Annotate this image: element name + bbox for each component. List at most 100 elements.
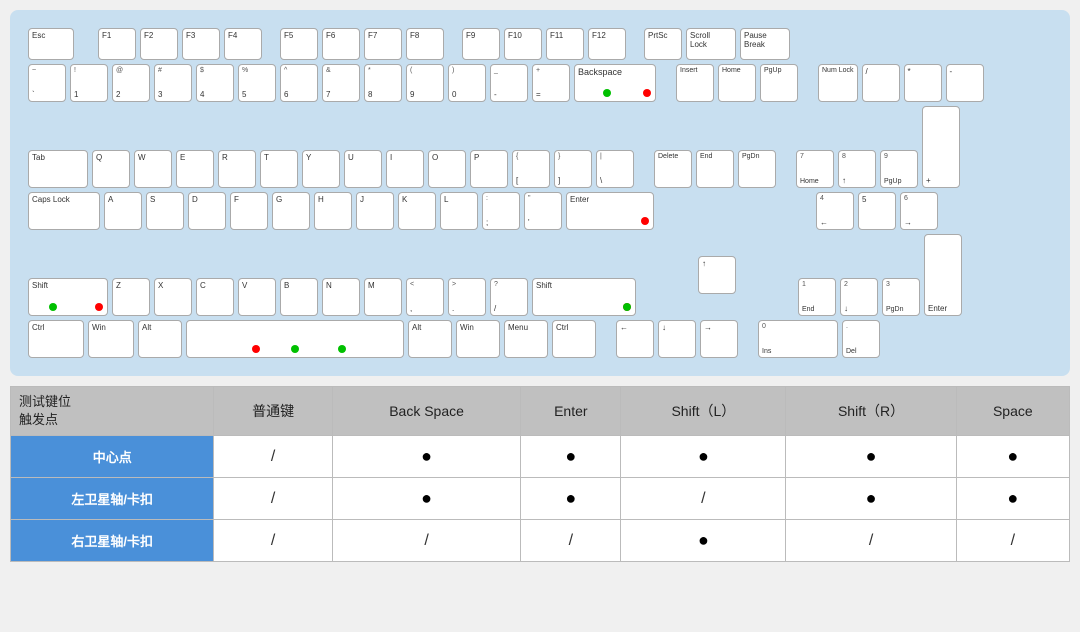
key-w[interactable]: W xyxy=(134,150,172,188)
key-numstar[interactable]: * xyxy=(904,64,942,102)
key-i[interactable]: I xyxy=(386,150,424,188)
key-backspace[interactable]: Backspace xyxy=(574,64,656,102)
key-n[interactable]: N xyxy=(322,278,360,316)
key-numplus[interactable]: + xyxy=(922,106,960,188)
key-right[interactable]: → xyxy=(700,320,738,358)
key-1[interactable]: !1 xyxy=(70,64,108,102)
key-win-right[interactable]: Win xyxy=(456,320,500,358)
key-5[interactable]: %5 xyxy=(238,64,276,102)
key-numslash[interactable]: / xyxy=(862,64,900,102)
key-m[interactable]: M xyxy=(364,278,402,316)
key-num7[interactable]: 7Home xyxy=(796,150,834,188)
key-left[interactable]: ← xyxy=(616,320,654,358)
key-period[interactable]: >. xyxy=(448,278,486,316)
key-3[interactable]: #3 xyxy=(154,64,192,102)
key-equals[interactable]: += xyxy=(532,64,570,102)
key-o[interactable]: O xyxy=(428,150,466,188)
key-lbracket[interactable]: {[ xyxy=(512,150,550,188)
key-f1[interactable]: F1 xyxy=(98,28,136,60)
key-6[interactable]: ^6 xyxy=(280,64,318,102)
key-x[interactable]: X xyxy=(154,278,192,316)
key-f[interactable]: F xyxy=(230,192,268,230)
key-insert[interactable]: Insert xyxy=(676,64,714,102)
key-numdot[interactable]: .Del xyxy=(842,320,880,358)
key-f2[interactable]: F2 xyxy=(140,28,178,60)
key-f3[interactable]: F3 xyxy=(182,28,220,60)
key-b[interactable]: B xyxy=(280,278,318,316)
key-comma[interactable]: <, xyxy=(406,278,444,316)
key-f5[interactable]: F5 xyxy=(280,28,318,60)
key-l[interactable]: L xyxy=(440,192,478,230)
key-2[interactable]: @2 xyxy=(112,64,150,102)
key-num5[interactable]: 5 xyxy=(858,192,896,230)
key-c[interactable]: C xyxy=(196,278,234,316)
key-num0[interactable]: 0Ins xyxy=(758,320,838,358)
key-s[interactable]: S xyxy=(146,192,184,230)
key-f6[interactable]: F6 xyxy=(322,28,360,60)
key-f11[interactable]: F11 xyxy=(546,28,584,60)
key-h[interactable]: H xyxy=(314,192,352,230)
key-num6[interactable]: 6→ xyxy=(900,192,938,230)
key-scrolllock[interactable]: ScrollLock xyxy=(686,28,736,60)
key-0[interactable]: )0 xyxy=(448,64,486,102)
key-a[interactable]: A xyxy=(104,192,142,230)
key-up[interactable]: ↑ xyxy=(698,256,736,294)
key-f9[interactable]: F9 xyxy=(462,28,500,60)
key-pgdn[interactable]: PgDn xyxy=(738,150,776,188)
key-7[interactable]: &7 xyxy=(322,64,360,102)
key-slash[interactable]: ?/ xyxy=(490,278,528,316)
key-r[interactable]: R xyxy=(218,150,256,188)
key-j[interactable]: J xyxy=(356,192,394,230)
key-f12[interactable]: F12 xyxy=(588,28,626,60)
key-f7[interactable]: F7 xyxy=(364,28,402,60)
key-home[interactable]: Home xyxy=(718,64,756,102)
key-capslock[interactable]: Caps Lock xyxy=(28,192,100,230)
key-delete[interactable]: Delete xyxy=(654,150,692,188)
key-num8[interactable]: 8↑ xyxy=(838,150,876,188)
key-f4[interactable]: F4 xyxy=(224,28,262,60)
key-f8[interactable]: F8 xyxy=(406,28,444,60)
key-shift-right[interactable]: Shift xyxy=(532,278,636,316)
key-e[interactable]: E xyxy=(176,150,214,188)
key-p[interactable]: P xyxy=(470,150,508,188)
key-d[interactable]: D xyxy=(188,192,226,230)
key-alt-right[interactable]: Alt xyxy=(408,320,452,358)
key-down[interactable]: ↓ xyxy=(658,320,696,358)
key-win-left[interactable]: Win xyxy=(88,320,134,358)
key-enter[interactable]: Enter xyxy=(566,192,654,230)
key-alt-left[interactable]: Alt xyxy=(138,320,182,358)
key-menu[interactable]: Menu xyxy=(504,320,548,358)
key-9[interactable]: (9 xyxy=(406,64,444,102)
key-f10[interactable]: F10 xyxy=(504,28,542,60)
key-esc[interactable]: Esc xyxy=(28,28,74,60)
key-num2[interactable]: 2↓ xyxy=(840,278,878,316)
key-numminus[interactable]: - xyxy=(946,64,984,102)
key-space[interactable] xyxy=(186,320,404,358)
key-ctrl-right[interactable]: Ctrl xyxy=(552,320,596,358)
key-4[interactable]: $4 xyxy=(196,64,234,102)
key-prtsc[interactable]: PrtSc xyxy=(644,28,682,60)
key-end[interactable]: End xyxy=(696,150,734,188)
key-minus[interactable]: _- xyxy=(490,64,528,102)
key-pause[interactable]: PauseBreak xyxy=(740,28,790,60)
key-backslash[interactable]: |\ xyxy=(596,150,634,188)
key-v[interactable]: V xyxy=(238,278,276,316)
key-t[interactable]: T xyxy=(260,150,298,188)
key-tab[interactable]: Tab xyxy=(28,150,88,188)
key-num9[interactable]: 9PgUp xyxy=(880,150,918,188)
key-num4[interactable]: 4← xyxy=(816,192,854,230)
key-numenter[interactable]: Enter xyxy=(924,234,962,316)
key-semicolon[interactable]: :; xyxy=(482,192,520,230)
key-numlock[interactable]: Num Lock xyxy=(818,64,858,102)
key-shift-left[interactable]: Shift xyxy=(28,278,108,316)
key-num1[interactable]: 1End xyxy=(798,278,836,316)
key-ctrl-left[interactable]: Ctrl xyxy=(28,320,84,358)
key-8[interactable]: *8 xyxy=(364,64,402,102)
key-z[interactable]: Z xyxy=(112,278,150,316)
key-y[interactable]: Y xyxy=(302,150,340,188)
key-pgup[interactable]: PgUp xyxy=(760,64,798,102)
key-k[interactable]: K xyxy=(398,192,436,230)
key-quote[interactable]: "' xyxy=(524,192,562,230)
key-u[interactable]: U xyxy=(344,150,382,188)
key-tilde[interactable]: ~` xyxy=(28,64,66,102)
